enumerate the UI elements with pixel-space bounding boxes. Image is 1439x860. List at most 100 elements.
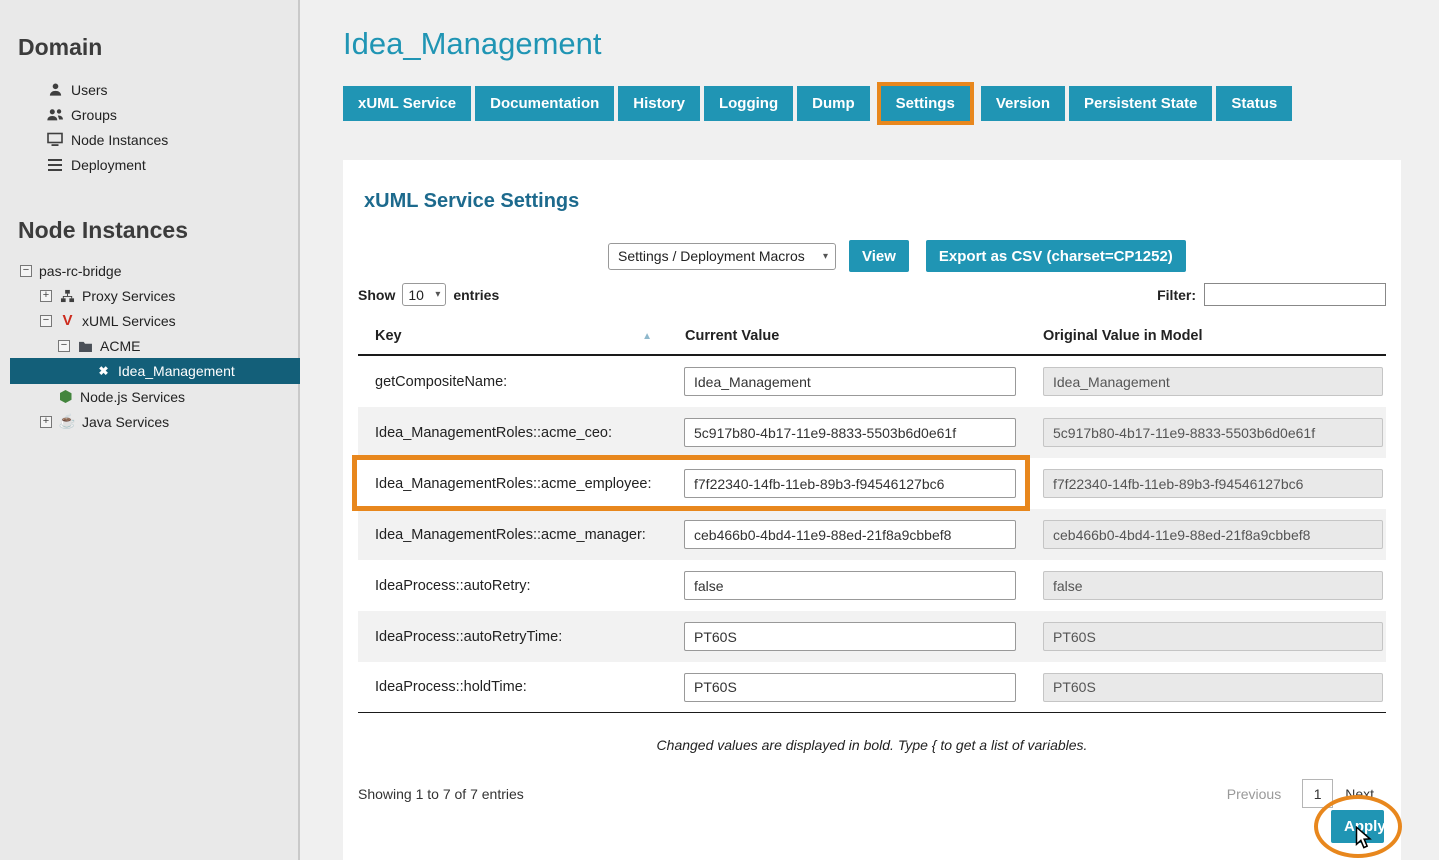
sidebar-item-groups[interactable]: Groups (0, 102, 298, 127)
nodejs-icon (57, 390, 74, 403)
setting-key: Idea_ManagementRoles::acme_employee: (358, 476, 678, 492)
current-value-cell (678, 622, 1036, 651)
export-csv-button[interactable]: Export as CSV (charset=CP1252) (926, 240, 1186, 272)
node-instances-heading: Node Instances (18, 217, 298, 244)
tree-node-acme[interactable]: − ACME (0, 333, 298, 358)
sidebar-item-deployment[interactable]: Deployment (0, 152, 298, 177)
folder-icon (77, 340, 94, 352)
tab-status[interactable]: Status (1216, 86, 1292, 121)
tree-node-label: pas-rc-bridge (39, 263, 121, 279)
current-value-input[interactable] (684, 673, 1016, 702)
sidebar-item-users[interactable]: Users (0, 77, 298, 102)
sort-asc-icon[interactable]: ▲ (642, 331, 678, 342)
setting-key: IdeaProcess::autoRetryTime: (358, 629, 678, 645)
xuml-services-icon: V (59, 312, 76, 329)
original-value-cell: 5c917b80-4b17-11e9-8833-5503b6d0e61f (1036, 418, 1386, 447)
tree-node-label: xUML Services (82, 313, 176, 329)
tree-node-label: Java Services (82, 414, 169, 430)
tree-node-label: Proxy Services (82, 288, 175, 304)
page-title: Idea_Management (343, 26, 1439, 62)
show-label: Show (358, 287, 395, 303)
column-header-current-value[interactable]: Current Value (678, 328, 1036, 344)
sidebar-item-node-instances[interactable]: Node Instances (0, 127, 298, 152)
sidebar: Domain Users Groups Node Instances Deplo… (0, 0, 300, 860)
tab-dump[interactable]: Dump (797, 86, 870, 121)
original-value: PT60S (1043, 673, 1383, 702)
tab-version[interactable]: Version (981, 86, 1065, 121)
tab-xuml-service[interactable]: xUML Service (343, 86, 471, 121)
tab-bar: xUML Service Documentation History Loggi… (343, 86, 1439, 121)
tab-history[interactable]: History (618, 86, 700, 121)
chevron-down-icon: ▾ (823, 251, 828, 262)
tab-logging[interactable]: Logging (704, 86, 793, 121)
mouse-cursor-icon (1355, 826, 1373, 855)
original-value: f7f22340-14fb-11eb-89b3-f94546127bc6 (1043, 469, 1383, 498)
page-size-select[interactable]: 10 ▾ (402, 283, 446, 306)
original-value-cell: false (1036, 571, 1386, 600)
tree-node-proxy-services[interactable]: + Proxy Services (0, 283, 298, 308)
setting-key: Idea_ManagementRoles::acme_ceo: (358, 425, 678, 441)
table-footer: Showing 1 to 7 of 7 entries Previous 1 N… (358, 779, 1386, 808)
filter-wrap: Filter: (1157, 283, 1386, 306)
tab-documentation[interactable]: Documentation (475, 86, 614, 121)
current-value-input[interactable] (684, 622, 1016, 651)
next-page-button[interactable]: Next (1342, 786, 1386, 802)
filter-label: Filter: (1157, 287, 1196, 303)
entries-label: entries (453, 287, 499, 303)
original-value: 5c917b80-4b17-11e9-8833-5503b6d0e61f (1043, 418, 1383, 447)
current-value-cell (678, 571, 1036, 600)
java-icon: ☕ (59, 413, 76, 430)
deployment-icon (46, 158, 64, 172)
sitemap-icon (59, 289, 76, 303)
original-value-cell: f7f22340-14fb-11eb-89b3-f94546127bc6 (1036, 469, 1386, 498)
tree-node-nodejs-services[interactable]: Node.js Services (0, 384, 298, 409)
table-row: IdeaProcess::autoRetry: false (358, 560, 1386, 611)
tree-node-xuml-services[interactable]: − V xUML Services (0, 308, 298, 333)
original-value: PT60S (1043, 622, 1383, 651)
collapse-icon[interactable]: − (20, 265, 32, 277)
table-row: Idea_ManagementRoles::acme_ceo: 5c917b80… (358, 407, 1386, 458)
expand-icon[interactable]: + (40, 416, 52, 428)
previous-page-button[interactable]: Previous (1215, 786, 1293, 802)
column-header-original-value[interactable]: Original Value in Model (1036, 328, 1386, 344)
current-value-input[interactable] (684, 520, 1016, 549)
column-header-key[interactable]: Key ▲ (358, 328, 678, 344)
sidebar-item-label: Users (71, 82, 108, 98)
original-value: Idea_Management (1043, 367, 1383, 396)
table-row: IdeaProcess::autoRetryTime: PT60S (358, 611, 1386, 662)
original-value-cell: Idea_Management (1036, 367, 1386, 396)
table-row: IdeaProcess::holdTime: PT60S (358, 662, 1386, 713)
current-value-cell (678, 469, 1036, 498)
table-header: Key ▲ Current Value Original Value in Mo… (358, 319, 1386, 356)
current-value-input-focused[interactable] (684, 469, 1016, 498)
tab-settings[interactable]: Settings (881, 86, 970, 121)
macro-select[interactable]: Settings / Deployment Macros ▾ (608, 243, 836, 270)
page-number-button[interactable]: 1 (1302, 779, 1333, 808)
show-entries-row: Show 10 ▾ entries Filter: (358, 283, 1386, 306)
controls-row: Settings / Deployment Macros ▾ View Expo… (358, 240, 1386, 272)
setting-key: IdeaProcess::holdTime: (358, 679, 678, 695)
current-value-input[interactable] (684, 418, 1016, 447)
main-content: Idea_Management xUML Service Documentati… (302, 0, 1439, 860)
user-icon (46, 82, 64, 97)
sidebar-item-label: Groups (71, 107, 117, 123)
collapse-icon[interactable]: − (40, 315, 52, 327)
table-row-highlighted: Idea_ManagementRoles::acme_employee: f7f… (358, 458, 1386, 509)
current-value-cell (678, 367, 1036, 396)
current-value-cell (678, 673, 1036, 702)
tree-node-java-services[interactable]: + ☕ Java Services (0, 409, 298, 434)
filter-input[interactable] (1204, 283, 1386, 306)
tab-persistent-state[interactable]: Persistent State (1069, 86, 1212, 121)
current-value-input[interactable] (684, 367, 1016, 396)
tree-node-pas-rc-bridge[interactable]: − pas-rc-bridge (0, 258, 298, 283)
users-icon (46, 107, 64, 122)
setting-key: IdeaProcess::autoRetry: (358, 578, 678, 594)
view-button[interactable]: View (849, 240, 909, 272)
tree-node-idea-management[interactable]: ✖ Idea_Management (10, 358, 300, 384)
original-value: false (1043, 571, 1383, 600)
current-value-input[interactable] (684, 571, 1016, 600)
expand-icon[interactable]: + (40, 290, 52, 302)
original-value: ceb466b0-4bd4-11e9-88ed-21f8a9cbbef8 (1043, 520, 1383, 549)
tree-node-label: Idea_Management (118, 363, 235, 379)
collapse-icon[interactable]: − (58, 340, 70, 352)
